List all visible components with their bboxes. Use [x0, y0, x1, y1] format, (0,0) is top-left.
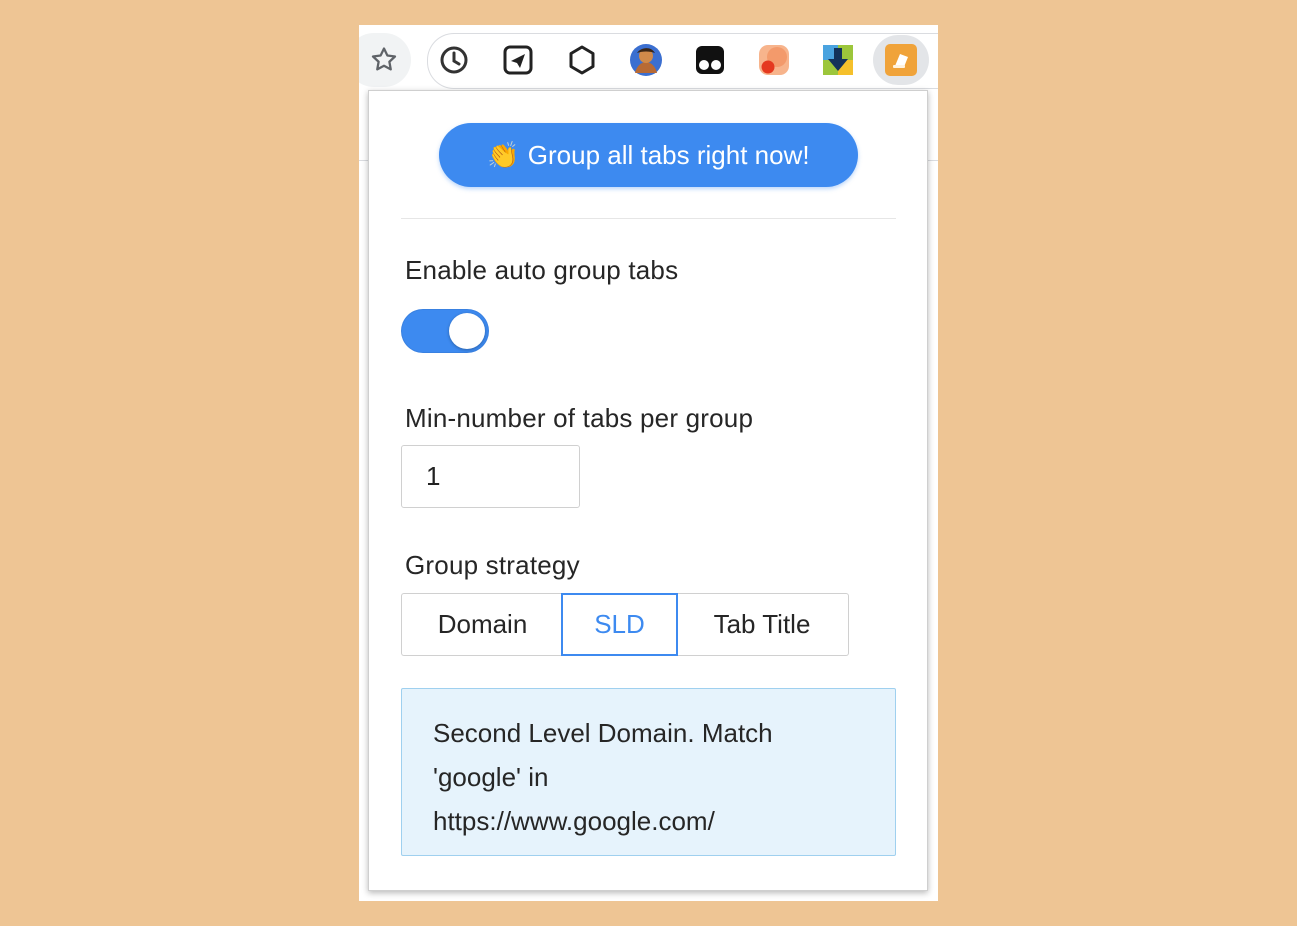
- extension-hexagon-button[interactable]: [564, 42, 600, 78]
- strategy-option-domain[interactable]: Domain: [401, 593, 563, 656]
- browser-toolbar: [359, 25, 938, 95]
- auto-group-label: Enable auto group tabs: [405, 255, 679, 285]
- avatar-profile-icon: [630, 44, 662, 76]
- info-line: https://www.google.com/: [433, 806, 715, 836]
- extension-orange-button[interactable]: [756, 42, 792, 78]
- strategy-option-sld[interactable]: SLD: [561, 593, 678, 656]
- bookmark-star-icon: [371, 47, 397, 71]
- group-all-tabs-label: Group all tabs right now!: [527, 139, 810, 170]
- browser-frame: 👏 Group all tabs right now! Enable auto …: [359, 25, 938, 901]
- extension-tampermonkey-button[interactable]: [692, 42, 728, 78]
- group-all-tabs-button[interactable]: 👏 Group all tabs right now!: [439, 123, 858, 187]
- extension-send-button[interactable]: [500, 42, 536, 78]
- min-tabs-label: Min-number of tabs per group: [405, 403, 754, 433]
- info-line: Second Level Domain. Match: [433, 718, 773, 748]
- send-plane-icon: [503, 45, 533, 75]
- extension-tab-group-button[interactable]: [883, 42, 919, 78]
- hexagon-cube-icon: [569, 45, 595, 75]
- extension-popup: 👏 Group all tabs right now! Enable auto …: [368, 90, 928, 891]
- clock-history-icon: [440, 46, 468, 74]
- tab-group-extension-icon: [885, 44, 917, 76]
- extension-download-button[interactable]: [820, 42, 856, 78]
- tampermonkey-icon: [696, 46, 724, 74]
- info-line: 'google' in: [433, 762, 549, 792]
- strategy-option-tab-title[interactable]: Tab Title: [676, 593, 849, 656]
- extension-history-button[interactable]: [436, 42, 472, 78]
- clapping-hands-icon: 👏: [487, 139, 520, 170]
- download-arrow-icon: [823, 45, 853, 75]
- group-strategy-label: Group strategy: [405, 550, 580, 580]
- section-divider: [401, 218, 896, 219]
- toggle-knob: [449, 313, 485, 349]
- auto-group-toggle[interactable]: [401, 309, 489, 353]
- min-tabs-input[interactable]: [401, 445, 580, 508]
- extension-avatar-button[interactable]: [628, 42, 664, 78]
- orange-dot-icon: [759, 45, 789, 75]
- strategy-info-box: Second Level Domain. Match 'google' in h…: [401, 688, 896, 856]
- bookmark-star-button[interactable]: [359, 33, 411, 87]
